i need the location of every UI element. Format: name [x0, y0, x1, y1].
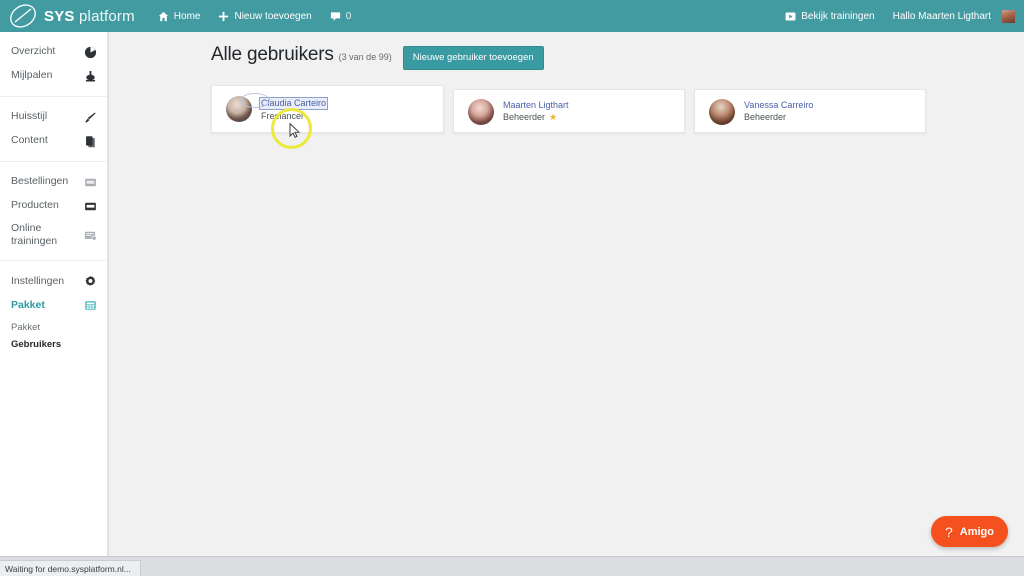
user-role: Freelancer	[261, 110, 328, 122]
milestone-icon	[85, 70, 96, 82]
amigo-help-button[interactable]: ? Amigo	[930, 516, 1008, 547]
sidebar-group-2: Huisstijl Content	[0, 97, 107, 162]
avatar	[468, 98, 494, 125]
sidebar-item-label: Mijlpalen	[11, 69, 53, 82]
browser-status-bar: Waiting for demo.sysplatform.nl...	[0, 556, 1024, 576]
adminbar-new-label: Nieuw toevoegen	[234, 10, 312, 22]
sidebar-item-label: Pakket	[11, 298, 45, 311]
sidebar-subitem-pakket[interactable]: Pakket	[0, 319, 107, 336]
sidebar-item-label: Producten	[11, 199, 59, 212]
browser-page: SYS platform Home Nieuw toevoegen 0 Beki…	[0, 0, 1024, 576]
avatar	[226, 95, 252, 122]
adminbar-right: Bekijk trainingen Hallo Maarten Ligthart	[776, 0, 1024, 32]
avatar	[1002, 9, 1015, 23]
pages-icon	[86, 135, 95, 147]
sidebar-submenu: Pakket Gebruikers	[0, 317, 107, 359]
question-mark-icon: ?	[944, 523, 953, 540]
video-icon	[785, 11, 796, 21]
admin-bar: SYS platform Home Nieuw toevoegen 0 Beki…	[0, 0, 1024, 32]
user-role-text: Freelancer	[261, 111, 305, 122]
orders-icon	[85, 178, 96, 186]
sidebar-item-label: Huisstijl	[11, 110, 48, 123]
adminbar-home-label: Home	[173, 10, 201, 22]
sidebar-divider	[108, 32, 109, 556]
user-card[interactable]: Claudia Carteiro Freelancer	[211, 84, 444, 133]
plus-icon	[218, 11, 229, 22]
user-card-list: Claudia Carteiro Freelancer Maarten Ligt…	[211, 84, 941, 155]
adminbar-account[interactable]: Hallo Maarten Ligthart	[884, 0, 1024, 32]
sidebar-subitem-gebruikers[interactable]: Gebruikers	[0, 336, 107, 353]
sidebar-item-label: Online trainingen	[11, 222, 58, 248]
sidebar-item-huisstijl[interactable]: Huisstijl	[0, 105, 107, 129]
page-title: Alle gebruikers	[211, 44, 334, 65]
comment-icon	[330, 11, 341, 22]
home-icon	[158, 11, 169, 22]
user-card[interactable]: Maarten Ligthart Beheerder ★	[453, 88, 685, 133]
user-role: Beheerder ★	[503, 111, 569, 123]
star-icon: ★	[549, 111, 558, 122]
user-card-info: Maarten Ligthart Beheerder ★	[503, 99, 569, 124]
sidebar-item-bestellingen[interactable]: Bestellingen	[0, 170, 107, 194]
sidebar-group-1: Overzicht Mijlpalen	[0, 32, 107, 97]
user-card[interactable]: Vanessa Carreiro Beheerder	[694, 88, 926, 133]
user-role: Beheerder	[744, 111, 813, 123]
user-name[interactable]: Maarten Ligthart	[503, 100, 569, 112]
add-user-button[interactable]: Nieuwe gebruiker toevoegen	[402, 46, 544, 70]
adminbar-greeting: Hallo Maarten Ligthart	[892, 10, 991, 22]
sidebar-item-label: Bestellingen	[11, 175, 69, 188]
adminbar-trainings[interactable]: Bekijk trainingen	[776, 0, 883, 32]
user-name[interactable]: Vanessa Carreiro	[744, 100, 813, 112]
user-role-text: Beheerder	[744, 112, 787, 123]
adminbar-new[interactable]: Nieuw toevoegen	[209, 0, 320, 32]
sidebar-item-pakket[interactable]: Pakket	[0, 293, 107, 317]
brand-text: SYS platform	[44, 8, 135, 25]
gear-icon	[85, 275, 96, 286]
sidebar-item-instellingen[interactable]: Instellingen	[0, 269, 107, 293]
status-text: Waiting for demo.sysplatform.nl...	[0, 560, 141, 576]
trainings-icon	[84, 231, 97, 241]
user-role-text: Beheerder	[503, 112, 546, 123]
user-name-text: Claudia Carteiro	[259, 96, 329, 111]
user-name[interactable]: Claudia Carteiro	[259, 96, 329, 111]
adminbar-home[interactable]: Home	[149, 0, 210, 32]
products-icon	[85, 202, 96, 210]
adminbar-comments[interactable]: 0	[321, 0, 361, 32]
sidebar-item-overzicht[interactable]: Overzicht	[0, 40, 107, 64]
sidebar-item-content[interactable]: Content	[0, 129, 107, 153]
brush-icon	[85, 111, 96, 123]
amigo-label: Amigo	[959, 525, 994, 538]
sidebar-item-mijlpalen[interactable]: Mijlpalen	[0, 64, 107, 88]
user-card-info: Vanessa Carreiro Beheerder	[744, 99, 813, 124]
sidebar-item-online-trainingen[interactable]: Online trainingen	[0, 218, 107, 252]
sidebar-group-3: Bestellingen Producten Online trainingen	[0, 162, 107, 262]
dashboard-icon	[84, 46, 97, 58]
package-icon	[85, 300, 96, 310]
main-content: Alle gebruikers (3 van de 99) Nieuwe geb…	[108, 32, 1024, 556]
avatar	[709, 98, 735, 125]
adminbar-trainings-label: Bekijk trainingen	[801, 10, 875, 22]
sidebar-item-label: Content	[11, 134, 48, 147]
sidebar-item-label: Instellingen	[11, 274, 65, 287]
sidebar-group-4: Instellingen Pakket Pakket Gebruikers	[0, 261, 107, 367]
user-card-info: Claudia Carteiro Freelancer	[259, 96, 329, 123]
brand-logo-link[interactable]: SYS platform	[0, 0, 149, 32]
user-count: (3 van de 99)	[338, 52, 392, 62]
brand-name-bold: SYS	[44, 7, 75, 25]
sidebar-item-producten[interactable]: Producten	[0, 194, 107, 218]
sidebar: Overzicht Mijlpalen Huisstijl Content Be…	[0, 32, 108, 556]
sidebar-item-label: Overzicht	[11, 45, 56, 58]
comment-count: 0	[345, 10, 352, 22]
brand-name-light: platform	[74, 7, 135, 25]
sys-logo-icon	[10, 4, 36, 28]
page-header: Alle gebruikers (3 van de 99) Nieuwe geb…	[108, 32, 1024, 70]
